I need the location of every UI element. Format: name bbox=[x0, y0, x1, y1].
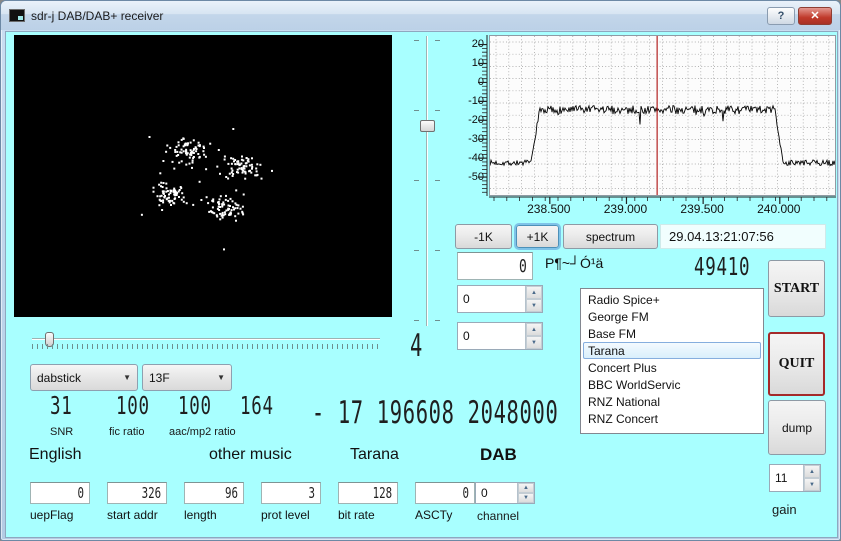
fic-ratio-label: fic ratio bbox=[109, 426, 145, 438]
detail-field: 96 length bbox=[184, 482, 244, 522]
station-item[interactable]: Tarana bbox=[583, 342, 761, 359]
detail-field-label: prot level bbox=[261, 508, 310, 522]
mode-label: DAB bbox=[480, 445, 517, 464]
slider-handle[interactable] bbox=[420, 120, 435, 132]
app-icon bbox=[9, 9, 25, 22]
chevron-down-icon: ▼ bbox=[217, 373, 225, 382]
spin-up-icon[interactable]: ▲ bbox=[526, 286, 542, 299]
spin-down-icon[interactable]: ▼ bbox=[804, 478, 820, 491]
fic-ratio-lcd: 100 bbox=[116, 391, 150, 420]
program-name: Tarana bbox=[350, 446, 399, 463]
coarse-offset-spinbox[interactable]: 0 ▲ ▼ bbox=[457, 285, 543, 313]
x-tick-label: 240.000 bbox=[757, 202, 801, 216]
plus-1k-button[interactable]: +1K bbox=[514, 223, 561, 250]
vertical-slider[interactable] bbox=[412, 36, 442, 326]
snr-lcd: 31 bbox=[50, 391, 73, 420]
client-area: 20100-10-20-30-40-50 238.500239.000239.5… bbox=[5, 31, 838, 538]
station-item[interactable]: BBC WorldServic bbox=[583, 376, 761, 393]
x-tick-label: 238.500 bbox=[527, 202, 571, 216]
quit-button[interactable]: QUIT bbox=[768, 332, 825, 396]
station-item[interactable]: Concert Plus bbox=[583, 359, 761, 376]
detail-field-label: start addr bbox=[107, 508, 158, 522]
station-item[interactable]: RNZ Concert bbox=[583, 410, 761, 427]
detail-field-label: uepFlag bbox=[30, 508, 74, 522]
detail-field-label: ASCTy bbox=[415, 508, 453, 522]
chevron-down-icon: ▼ bbox=[123, 373, 131, 382]
frequency-offset-lcd: 49410 bbox=[694, 252, 751, 281]
detail-value-lcd: 0 bbox=[30, 482, 90, 504]
program-type: other music bbox=[209, 446, 292, 463]
slider-ticks bbox=[414, 40, 419, 322]
extra-lcd: 164 bbox=[240, 391, 274, 420]
window-title: sdr-j DAB/DAB+ receiver bbox=[31, 8, 164, 23]
station-item[interactable]: George FM bbox=[583, 308, 761, 325]
station-item[interactable]: Radio Spice+ bbox=[583, 291, 761, 308]
help-button[interactable]: ? bbox=[767, 6, 795, 25]
station-list[interactable]: Radio Spice+ George FM Base FM Tarana Concer… bbox=[580, 288, 764, 434]
start-button[interactable]: START bbox=[768, 260, 825, 317]
detail-value-lcd: 326 bbox=[107, 482, 167, 504]
gain-label: gain bbox=[772, 502, 797, 517]
spectrum-button[interactable]: spectrum bbox=[563, 224, 658, 249]
fine-offset-spinbox[interactable]: 0 ▲ ▼ bbox=[457, 322, 543, 350]
dump-button[interactable]: dump bbox=[768, 400, 826, 455]
device-combobox[interactable]: dabstick ▼ bbox=[30, 364, 138, 391]
spectrum-y-axis bbox=[478, 35, 488, 196]
detail-value-lcd: 128 bbox=[338, 482, 398, 504]
slider-groove bbox=[32, 338, 380, 340]
spin-up-icon[interactable]: ▲ bbox=[804, 465, 820, 478]
slider-ticks bbox=[435, 40, 440, 322]
spectrum-plot[interactable] bbox=[489, 35, 836, 196]
spin-down-icon[interactable]: ▼ bbox=[518, 493, 534, 503]
detail-field: 128 bit rate bbox=[338, 482, 398, 522]
spin-down-icon[interactable]: ▼ bbox=[526, 336, 542, 349]
station-item[interactable]: RNZ National bbox=[583, 393, 761, 410]
offset-rate-lcd: - 17 196608 2048000 bbox=[311, 395, 559, 431]
detail-value-lcd: 0 bbox=[415, 482, 475, 504]
minus-1k-button[interactable]: -1K bbox=[455, 224, 512, 249]
sync-lcd: 0 bbox=[457, 252, 533, 280]
channel-label: channel bbox=[477, 509, 520, 523]
detail-field: 326 start addr bbox=[107, 482, 167, 522]
snr-label: SNR bbox=[50, 426, 74, 438]
detail-field-label: bit rate bbox=[338, 508, 375, 522]
slider-ticks bbox=[32, 344, 380, 349]
detail-fields: 0 uepFlag 326 start addr 96 length 3 prot level… bbox=[30, 482, 492, 522]
detail-value-lcd: 3 bbox=[261, 482, 321, 504]
detail-field: 0 ASCTy bbox=[415, 482, 475, 522]
detail-value-lcd: 96 bbox=[184, 482, 244, 504]
spin-up-icon[interactable]: ▲ bbox=[518, 483, 534, 493]
aac-ratio-lcd: 100 bbox=[178, 391, 212, 420]
title-bar[interactable]: sdr-j DAB/DAB+ receiver ? ✕ bbox=[1, 1, 840, 30]
station-item[interactable]: Base FM bbox=[583, 325, 761, 342]
detail-field: 0 uepFlag bbox=[30, 482, 90, 522]
ensemble-garbled-label: P¶~┘Ó¹ä bbox=[545, 255, 604, 271]
constellation-display bbox=[14, 35, 392, 317]
slider-groove bbox=[426, 36, 428, 326]
x-tick-label: 239.500 bbox=[680, 202, 724, 216]
program-language: English bbox=[29, 446, 82, 463]
detail-field: 3 prot level bbox=[261, 482, 321, 522]
spin-up-icon[interactable]: ▲ bbox=[526, 323, 542, 336]
gain-spinbox[interactable]: 11 ▲ ▼ bbox=[769, 464, 821, 492]
channel-combobox[interactable]: 13F ▼ bbox=[142, 364, 232, 391]
x-tick-label: 239.000 bbox=[603, 202, 648, 216]
channel-spinbox[interactable]: 0 ▲ ▼ bbox=[475, 482, 535, 504]
horizontal-slider[interactable] bbox=[30, 330, 382, 352]
detail-field-label: length bbox=[184, 508, 217, 522]
aac-ratio-label: aac/mp2 ratio bbox=[169, 426, 236, 438]
spin-down-icon[interactable]: ▼ bbox=[526, 299, 542, 312]
timestamp-display: 29.04.13:21:07:56 bbox=[660, 224, 826, 249]
app-window: sdr-j DAB/DAB+ receiver ? ✕ 20100-10-20-… bbox=[0, 0, 841, 541]
close-button[interactable]: ✕ bbox=[798, 6, 832, 25]
